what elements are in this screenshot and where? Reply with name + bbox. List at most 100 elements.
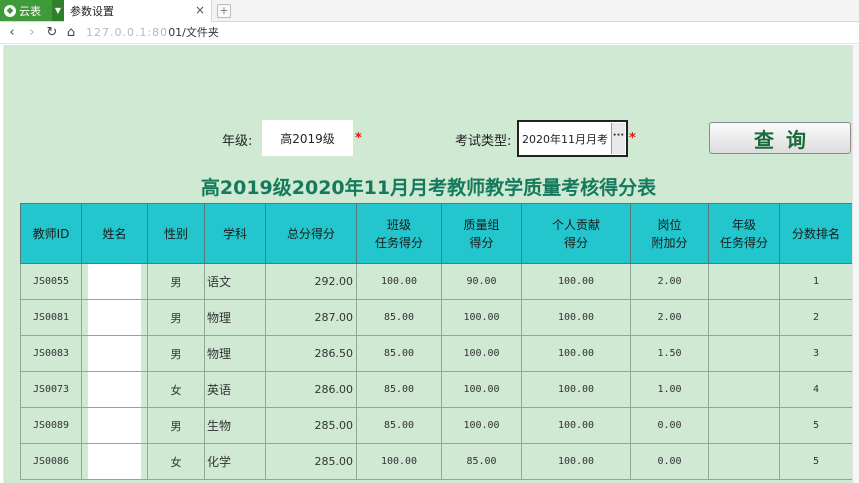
- teacher-id-cell: JS0055: [20, 263, 82, 300]
- post-bonus-cell: 2.00: [630, 299, 709, 336]
- exam-type-field[interactable]: 2020年11月月考 ···: [517, 120, 628, 157]
- table-row[interactable]: JS0089 男生物 285.00 85.00 100.00 100.00 0.00 5: [20, 407, 853, 444]
- app-label: 云表: [19, 4, 41, 18]
- header-personal-contribution-score: 个人贡献 得分: [521, 203, 631, 264]
- table-row[interactable]: JS0073 女英语 286.00 85.00 100.00 100.00 1.00 4: [20, 371, 853, 408]
- teacher-name-cell: [81, 335, 148, 372]
- teacher-name-cell: [81, 299, 148, 336]
- post-bonus-cell: 2.00: [630, 263, 709, 300]
- close-icon[interactable]: ×: [195, 3, 205, 17]
- refresh-icon[interactable]: ↻: [44, 25, 60, 41]
- rank-cell: 2: [779, 299, 853, 336]
- grade-required-mark: *: [355, 131, 362, 146]
- chevron-down-icon[interactable]: ▼: [52, 0, 64, 21]
- ellipsis-picker-button[interactable]: ···: [611, 123, 625, 154]
- back-arrow-icon[interactable]: ‹: [4, 25, 20, 41]
- teacher-name-cell: [81, 443, 148, 480]
- teacher-name-cell: [81, 407, 148, 444]
- header-rank: 分数排名: [779, 203, 853, 264]
- address-blurred: 127.0.0.1:80: [86, 26, 169, 39]
- exam-type-required-mark: *: [629, 131, 636, 146]
- grade-field[interactable]: 高2019级: [262, 120, 353, 156]
- exam-type-label: 考试类型:: [455, 134, 512, 149]
- personal-contribution-cell: 100.00: [521, 263, 631, 300]
- rank-cell: 1: [779, 263, 853, 300]
- sex-cell: 男: [147, 335, 205, 372]
- quality-group-score-cell: 100.00: [441, 335, 522, 372]
- class-task-score-cell: 85.00: [356, 299, 442, 336]
- page-content: 年级: 高2019级 * 考试类型: 2020年11月月考 ··· * 查询 高…: [3, 45, 853, 483]
- header-subject: 学科: [204, 203, 266, 264]
- header-total-score: 总分得分: [265, 203, 357, 264]
- header-sex: 性别: [147, 203, 205, 264]
- vertical-scrollbar[interactable]: [852, 45, 859, 483]
- total-score-cell: 286.00: [265, 371, 357, 408]
- grade-label: 年级:: [222, 134, 253, 149]
- class-task-score-cell: 85.00: [356, 335, 442, 372]
- post-bonus-cell: 1.00: [630, 371, 709, 408]
- address-text: 01/文件夹: [168, 26, 219, 39]
- header-post-bonus: 岗位 附加分: [630, 203, 709, 264]
- quality-group-score-cell: 100.00: [441, 407, 522, 444]
- quality-group-score-cell: 90.00: [441, 263, 522, 300]
- teacher-name-cell: [81, 263, 148, 300]
- app-menu-button[interactable]: ◆ 云表 ▼: [0, 0, 64, 21]
- total-score-cell: 292.00: [265, 263, 357, 300]
- forward-arrow-icon[interactable]: ›: [24, 25, 40, 41]
- teacher-id-cell: JS0081: [20, 299, 82, 336]
- table-row[interactable]: JS0055 男语文 292.00 100.00 90.00 100.00 2.00 1: [20, 263, 853, 300]
- grade-task-score-cell: [708, 407, 780, 444]
- personal-contribution-cell: 100.00: [521, 371, 631, 408]
- rank-cell: 5: [779, 443, 853, 480]
- redacted-name-mask: [88, 408, 141, 443]
- total-score-cell: 285.00: [265, 407, 357, 444]
- post-bonus-cell: 0.00: [630, 443, 709, 480]
- teacher-id-cell: JS0083: [20, 335, 82, 372]
- grade-value: 高2019级: [280, 131, 335, 146]
- quality-group-score-cell: 85.00: [441, 443, 522, 480]
- score-table: 教师ID 姓名 性别 学科 总分得分 班级 任务得分 质量组 得分 个人贡献 得分 岗位 附加分…: [20, 203, 853, 480]
- rank-cell: 5: [779, 407, 853, 444]
- home-icon[interactable]: ⌂: [63, 25, 79, 41]
- yunbiao-logo-icon: ◆: [4, 4, 16, 17]
- sex-cell: 男: [147, 407, 205, 444]
- table-row[interactable]: JS0081 男物理 287.00 85.00 100.00 100.00 2.00 2: [20, 299, 853, 336]
- new-tab-button[interactable]: +: [217, 4, 231, 18]
- sex-cell: 女: [147, 371, 205, 408]
- table-row[interactable]: JS0086 女化学 285.00 100.00 85.00 100.00 0.00 5: [20, 443, 853, 480]
- browser-nav-bar: ‹ › ↻ ⌂ 127.0.0.1:8001/文件夹: [0, 22, 859, 44]
- class-task-score-cell: 100.00: [356, 443, 442, 480]
- quality-group-score-cell: 100.00: [441, 371, 522, 408]
- subject-cell: 语文: [204, 263, 266, 300]
- table-row[interactable]: JS0083 男物理 286.50 85.00 100.00 100.00 1.50 3: [20, 335, 853, 372]
- header-teacher-id: 教师ID: [20, 203, 82, 264]
- subject-cell: 物理: [204, 299, 266, 336]
- teacher-id-cell: JS0086: [20, 443, 82, 480]
- grade-task-score-cell: [708, 443, 780, 480]
- rank-cell: 4: [779, 371, 853, 408]
- redacted-name-mask: [88, 336, 141, 371]
- personal-contribution-cell: 100.00: [521, 335, 631, 372]
- sex-cell: 女: [147, 443, 205, 480]
- post-bonus-cell: 0.00: [630, 407, 709, 444]
- teacher-id-cell: JS0089: [20, 407, 82, 444]
- exam-type-value: 2020年11月月考: [522, 132, 608, 146]
- grade-task-score-cell: [708, 263, 780, 300]
- table-header-row: 教师ID 姓名 性别 学科 总分得分 班级 任务得分 质量组 得分 个人贡献 得分 岗位 附加分…: [20, 203, 853, 264]
- tab-title: 参数设置: [70, 5, 114, 18]
- quality-group-score-cell: 100.00: [441, 299, 522, 336]
- header-grade-task-score: 年级 任务得分: [708, 203, 780, 264]
- header-class-task-score: 班级 任务得分: [356, 203, 442, 264]
- address-bar[interactable]: 127.0.0.1:8001/文件夹: [86, 25, 219, 41]
- redacted-name-mask: [88, 300, 141, 335]
- grade-task-score-cell: [708, 371, 780, 408]
- class-task-score-cell: 100.00: [356, 263, 442, 300]
- tab-parameter-settings[interactable]: 参数设置 ×: [64, 0, 212, 22]
- subject-cell: 物理: [204, 335, 266, 372]
- rank-cell: 3: [779, 335, 853, 372]
- redacted-name-mask: [88, 264, 141, 299]
- class-task-score-cell: 85.00: [356, 407, 442, 444]
- query-button[interactable]: 查询: [709, 122, 851, 154]
- header-quality-group-score: 质量组 得分: [441, 203, 522, 264]
- redacted-name-mask: [88, 444, 141, 479]
